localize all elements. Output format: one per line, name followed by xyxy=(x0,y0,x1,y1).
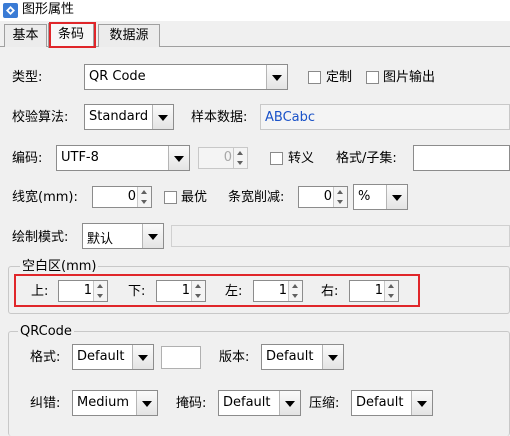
quiet-left-label: 左: xyxy=(225,284,243,299)
check-algorithm-select[interactable]: Standard xyxy=(84,104,174,130)
type-select-value: QR Code xyxy=(89,69,146,84)
type-select[interactable]: QR Code xyxy=(84,64,288,90)
qr-compress-label: 压缩: xyxy=(309,396,340,411)
quiet-right-value: 1 xyxy=(374,283,383,298)
sample-data-field[interactable]: ABCabc xyxy=(260,104,510,130)
escape-checkbox[interactable] xyxy=(270,152,283,165)
tab-basic[interactable]: 基本 xyxy=(4,24,47,47)
check-algorithm-label: 校验算法: xyxy=(12,110,69,125)
stepper-arrows-icon[interactable] xyxy=(384,281,398,301)
line-width-value: 0 xyxy=(127,189,136,204)
stepper-arrows-icon[interactable] xyxy=(288,281,302,301)
stepper-arrows-icon[interactable] xyxy=(137,187,151,207)
qr-version-value: Default xyxy=(266,349,314,364)
chevron-down-icon xyxy=(386,185,407,209)
qr-format-value: Default xyxy=(77,349,125,364)
qrcode-group-title: QRCode xyxy=(18,324,74,340)
stepper-arrows-icon xyxy=(233,148,247,168)
qr-ecc-value: Medium xyxy=(77,395,129,410)
chevron-down-icon xyxy=(279,391,300,415)
bar-reduce-unit-value: % xyxy=(358,189,371,204)
optimal-label: 最优 xyxy=(181,190,208,205)
optimal-checkbox[interactable] xyxy=(164,191,177,204)
encoding-value: UTF-8 xyxy=(61,150,99,165)
custom-checkbox[interactable] xyxy=(308,71,321,84)
qr-compress-value: Default xyxy=(356,395,404,410)
quiet-right-stepper[interactable]: 1 xyxy=(349,280,399,302)
quiet-top-stepper[interactable]: 1 xyxy=(58,280,108,302)
chevron-down-icon xyxy=(132,345,153,369)
chevron-down-icon xyxy=(266,65,287,89)
tab-basic-label: 基本 xyxy=(12,28,39,43)
qr-version-label: 版本: xyxy=(219,350,250,365)
quiet-bottom-stepper[interactable]: 1 xyxy=(156,280,206,302)
tab-datasource-label: 数据源 xyxy=(109,28,149,43)
qr-format-label: 格式: xyxy=(30,350,61,365)
chevron-down-icon xyxy=(168,146,189,170)
escape-label: 转义 xyxy=(288,151,315,166)
encoding-select[interactable]: UTF-8 xyxy=(56,145,190,171)
sample-data-value: ABCabc xyxy=(265,110,316,125)
image-output-checkbox[interactable] xyxy=(366,71,379,84)
encoding-number-value: 0 xyxy=(223,150,232,165)
quiet-top-value: 1 xyxy=(83,283,92,298)
line-width-label: 线宽(mm): xyxy=(12,190,78,205)
qr-mask-select[interactable]: Default xyxy=(218,390,301,416)
encoding-label: 编码: xyxy=(12,151,43,166)
bar-reduce-label: 条宽削减: xyxy=(228,190,285,205)
bar-reduce-stepper[interactable]: 0 xyxy=(298,186,348,208)
custom-label: 定制 xyxy=(326,70,353,85)
qr-format-select[interactable]: Default xyxy=(72,344,154,370)
format-subset-field[interactable] xyxy=(413,145,510,171)
quiet-right-label: 右: xyxy=(321,284,339,299)
qr-compress-select[interactable]: Default xyxy=(351,390,433,416)
tab-barcode-highlight xyxy=(49,22,96,48)
draw-mode-select[interactable]: 默认 xyxy=(82,223,164,249)
title-bar xyxy=(0,0,510,21)
qr-mask-label: 掩码: xyxy=(176,396,207,411)
draw-mode-label: 绘制模式: xyxy=(12,230,69,245)
draw-mode-extra-field xyxy=(171,225,510,247)
quiet-bottom-value: 1 xyxy=(181,283,190,298)
quiet-left-stepper[interactable]: 1 xyxy=(253,280,303,302)
qr-ecc-select[interactable]: Medium xyxy=(72,390,158,416)
type-label: 类型: xyxy=(12,70,43,85)
bar-reduce-unit-select[interactable]: % xyxy=(353,184,408,210)
app-icon xyxy=(3,3,18,18)
encoding-number-stepper: 0 xyxy=(198,147,248,169)
chevron-down-icon xyxy=(136,391,157,415)
draw-mode-value: 默认 xyxy=(87,232,114,247)
tab-datasource[interactable]: 数据源 xyxy=(98,24,160,47)
quiet-bottom-label: 下: xyxy=(128,284,146,299)
qr-color-swatch[interactable] xyxy=(161,346,201,369)
image-output-label: 图片输出 xyxy=(383,70,436,85)
stepper-arrows-icon[interactable] xyxy=(191,281,205,301)
quiet-zone-title: 空白区(mm) xyxy=(20,259,99,275)
check-algorithm-value: Standard xyxy=(89,109,149,124)
chevron-down-icon xyxy=(142,224,163,248)
quiet-left-value: 1 xyxy=(278,283,287,298)
qr-ecc-label: 纠错: xyxy=(30,396,61,411)
line-width-stepper[interactable]: 0 xyxy=(92,186,152,208)
window-title: 图形属性 xyxy=(22,2,75,17)
stepper-arrows-icon[interactable] xyxy=(333,187,347,207)
chevron-down-icon xyxy=(322,345,343,369)
sample-data-label: 样本数据: xyxy=(191,110,248,125)
chevron-down-icon xyxy=(411,391,432,415)
qr-mask-value: Default xyxy=(223,395,271,410)
quiet-top-label: 上: xyxy=(31,284,49,299)
format-subset-label: 格式/子集: xyxy=(336,151,397,166)
qr-version-select[interactable]: Default xyxy=(261,344,344,370)
chevron-down-icon xyxy=(152,105,173,129)
bar-reduce-value: 0 xyxy=(323,189,332,204)
stepper-arrows-icon[interactable] xyxy=(93,281,107,301)
